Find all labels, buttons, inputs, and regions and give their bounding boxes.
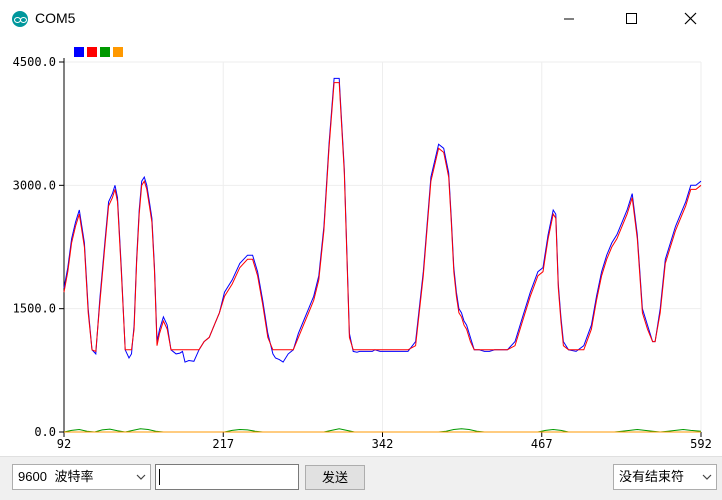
baud-rate-value: 9600 <box>18 469 47 484</box>
maximize-button[interactable] <box>608 0 654 38</box>
x-tick-label: 592 <box>690 437 712 451</box>
y-tick-label: 4500.0 <box>13 55 56 69</box>
line-ending-value: 没有结束符 <box>619 469 685 484</box>
serial-plotter-area: 0.0 1500.0 3000.0 4500.0 92 217 342 467 592 <box>0 38 722 454</box>
legend-swatch-3 <box>113 47 123 57</box>
x-tick-label: 217 <box>212 437 234 451</box>
y-tick-label: 3000.0 <box>13 178 56 192</box>
serial-plot-chart: 0.0 1500.0 3000.0 4500.0 92 217 342 467 592 <box>13 47 712 451</box>
x-tick-label: 92 <box>57 437 71 451</box>
baud-rate-label: 波特率 <box>54 469 94 484</box>
chevron-down-icon <box>136 474 146 480</box>
y-tick-label: 0.0 <box>34 425 56 439</box>
legend-swatch-1 <box>87 47 97 57</box>
text-caret <box>159 469 160 485</box>
x-tick-label: 342 <box>372 437 394 451</box>
close-icon <box>684 12 697 25</box>
minimize-icon <box>564 18 574 20</box>
arduino-icon <box>12 11 28 27</box>
bottom-toolbar: 9600 波特率 发送 没有结束符 <box>0 456 722 500</box>
maximize-icon <box>626 13 637 24</box>
chevron-down-icon <box>702 474 712 480</box>
send-input[interactable] <box>155 464 299 490</box>
minimize-button[interactable] <box>546 0 592 38</box>
title-bar: COM5 <box>0 0 722 38</box>
window-title: COM5 <box>35 10 76 26</box>
line-ending-select[interactable]: 没有结束符 <box>613 464 717 490</box>
x-tick-label: 467 <box>531 437 553 451</box>
y-tick-label: 1500.0 <box>13 302 56 316</box>
send-button[interactable]: 发送 <box>305 465 365 490</box>
baud-rate-select[interactable]: 9600 波特率 <box>12 464 151 490</box>
legend-swatch-0 <box>74 47 84 57</box>
legend-swatch-2 <box>100 47 110 57</box>
close-button[interactable] <box>668 0 714 38</box>
